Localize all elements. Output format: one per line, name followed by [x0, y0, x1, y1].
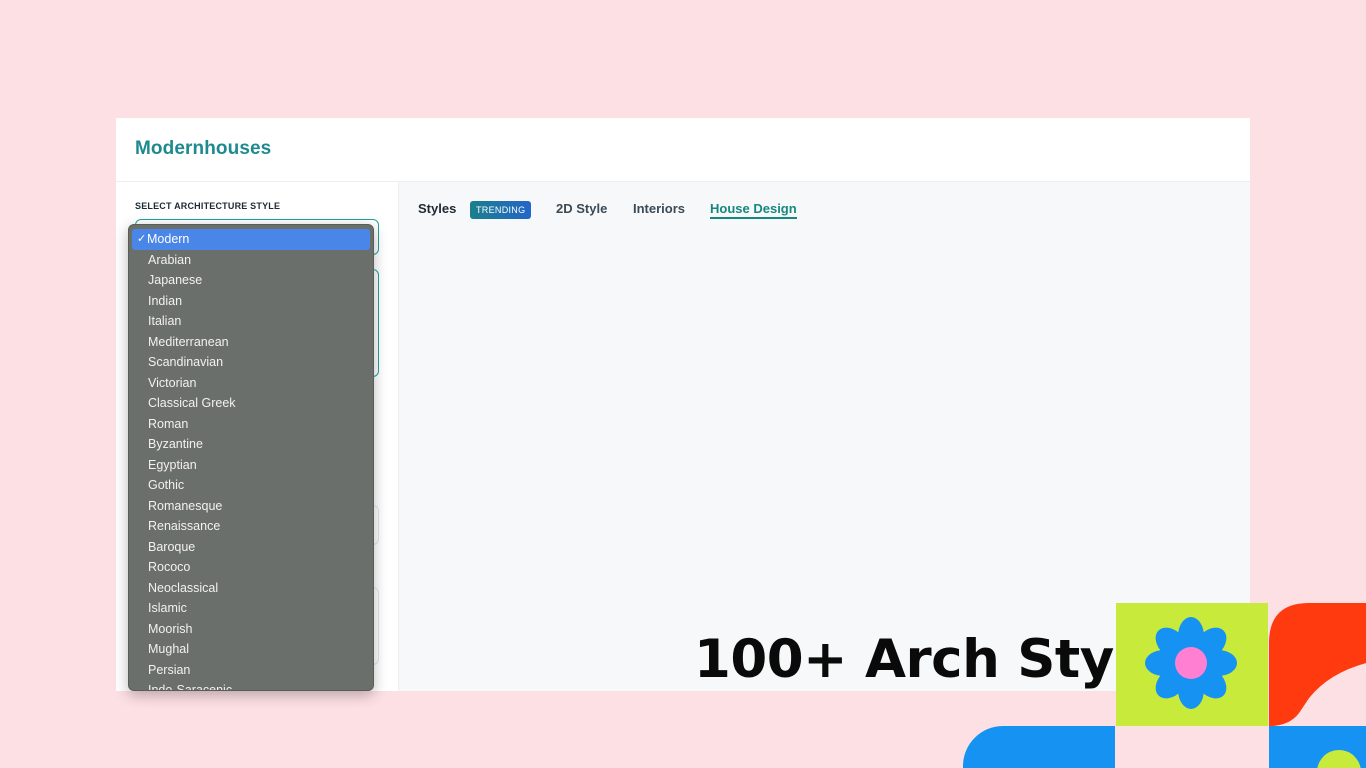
dropdown-option[interactable]: Gothic — [129, 475, 373, 496]
dropdown-option[interactable]: Renaissance — [129, 516, 373, 537]
top-bar: Modernhouses — [116, 118, 1250, 182]
decorative-green-tile — [1116, 603, 1268, 726]
green-blob-shape — [1317, 750, 1361, 768]
option-label: Modern — [147, 232, 190, 246]
tab-interiors[interactable]: Interiors — [633, 201, 685, 216]
dropdown-option[interactable]: Indo-Saracenic — [129, 680, 373, 690]
dropdown-option[interactable]: Arabian — [129, 250, 373, 271]
dropdown-option[interactable]: Moorish — [129, 619, 373, 640]
dropdown-option[interactable]: Indian — [129, 291, 373, 312]
dropdown-option[interactable]: Neoclassical — [129, 578, 373, 599]
red-wave-shape — [1269, 603, 1366, 726]
dropdown-option[interactable]: Persian — [129, 660, 373, 681]
tab-styles[interactable]: Styles — [418, 201, 456, 216]
dropdown-option[interactable]: Italian — [129, 311, 373, 332]
dropdown-option[interactable]: Victorian — [129, 373, 373, 394]
tab-2d-style[interactable]: 2D Style — [556, 201, 607, 216]
dropdown-option[interactable]: Mughal — [129, 639, 373, 660]
dropdown-option[interactable]: Rococo — [129, 557, 373, 578]
decorative-red-shape — [1269, 603, 1366, 726]
brand-logo[interactable]: Modernhouses — [135, 138, 271, 160]
flower-icon — [1145, 617, 1237, 709]
dropdown-option[interactable]: Classical Greek — [129, 393, 373, 414]
dropdown-option-selected[interactable]: ✓ Modern — [132, 229, 370, 250]
select-style-label: SELECT ARCHITECTURE STYLE — [135, 201, 281, 211]
dropdown-option[interactable]: Byzantine — [129, 434, 373, 455]
dropdown-option[interactable]: Mediterranean — [129, 332, 373, 353]
architecture-style-dropdown[interactable]: ✓ Modern Arabian Japanese Indian Italian … — [128, 224, 374, 691]
dropdown-option[interactable]: Egyptian — [129, 455, 373, 476]
checkmark-icon: ✓ — [137, 233, 147, 245]
dropdown-option[interactable]: Romanesque — [129, 496, 373, 517]
promo-headline: 100+ Arch Style — [694, 629, 1167, 690]
tab-house-design[interactable]: House Design — [710, 201, 797, 219]
decorative-blue-shape-right — [1269, 726, 1366, 768]
dropdown-option[interactable]: Baroque — [129, 537, 373, 558]
dropdown-option[interactable]: Scandinavian — [129, 352, 373, 373]
dropdown-option[interactable]: Roman — [129, 414, 373, 435]
dropdown-option[interactable]: Islamic — [129, 598, 373, 619]
decorative-blue-shape-left — [963, 726, 1115, 768]
trending-badge[interactable]: TRENDING — [470, 201, 532, 219]
dropdown-option[interactable]: Japanese — [129, 270, 373, 291]
